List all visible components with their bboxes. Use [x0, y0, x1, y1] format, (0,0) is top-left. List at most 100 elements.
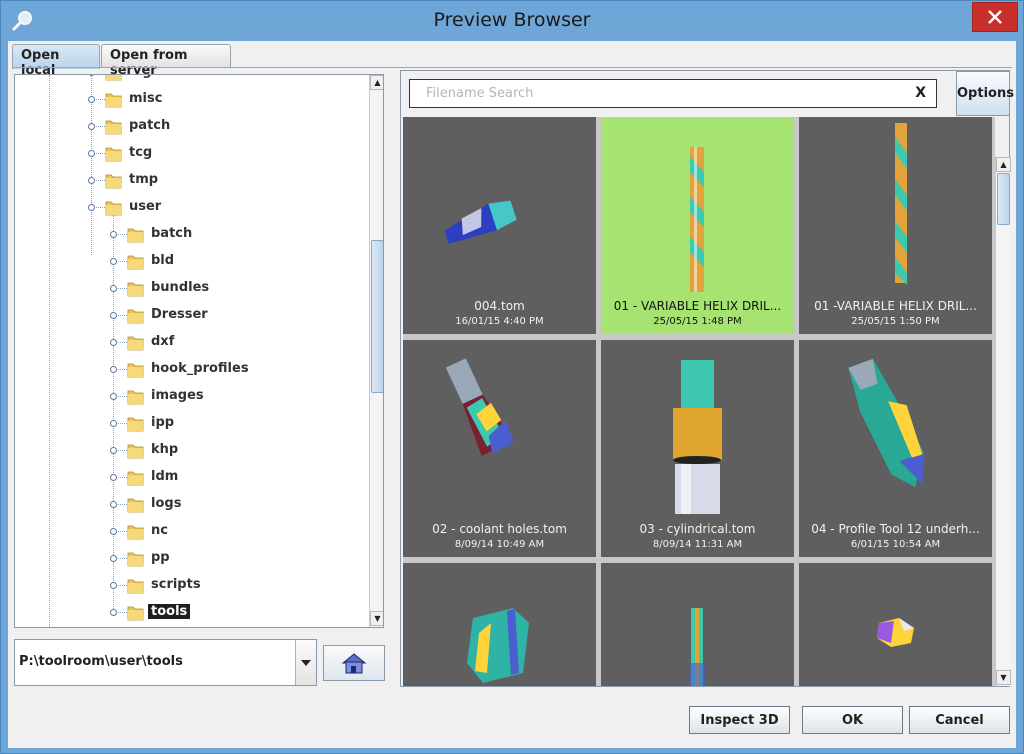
file-tile[interactable]: 03 - cylindrical.tom 8/09/14 11:31 AM — [601, 340, 794, 557]
thumbnail-grid[interactable]: 004.tom 16/01/15 4:40 PM 01 - VARIABLE HEL… — [403, 117, 995, 686]
file-tile[interactable]: 02 - coolant holes.tom 8/09/14 10:49 AM — [403, 340, 596, 557]
tree-node-handle-icon[interactable] — [88, 96, 95, 103]
tree-node-handle-icon[interactable] — [110, 501, 117, 508]
home-icon — [341, 653, 367, 674]
folder-icon — [127, 442, 144, 459]
tab-open-local[interactable]: Open local — [12, 44, 100, 78]
tree-node-handle-icon[interactable] — [88, 123, 95, 130]
file-date: 25/05/15 1:48 PM — [653, 316, 742, 327]
scroll-thumb[interactable] — [371, 240, 383, 393]
tool-thumbnail — [689, 608, 705, 686]
tree-node-handle-icon[interactable] — [110, 528, 117, 535]
tree-item-label: bundles — [151, 280, 210, 295]
file-date: 8/09/14 11:31 AM — [652, 539, 743, 550]
tree-item-label: logs — [151, 496, 182, 511]
tree-item-label: pp — [151, 550, 170, 565]
ok-button[interactable]: OK — [802, 706, 903, 734]
tree-node-handle-icon[interactable] — [110, 312, 117, 319]
combo-dropdown-button[interactable] — [295, 640, 316, 685]
file-name: 004.tom — [474, 299, 525, 313]
file-date: 16/01/15 4:40 PM — [455, 316, 544, 327]
tab-divider — [12, 67, 1012, 68]
cancel-button[interactable]: Cancel — [909, 706, 1010, 734]
tree-item-label: misc — [129, 91, 163, 106]
file-tile[interactable] — [601, 563, 794, 686]
tree-item-label: images — [151, 388, 204, 403]
folder-icon — [127, 253, 144, 270]
tree-item-label: dxf — [151, 334, 175, 349]
folder-icon — [127, 415, 144, 432]
tool-thumbnail — [877, 618, 914, 647]
file-name: 01 -VARIABLE HELIX DRIL... — [814, 299, 977, 313]
folder-icon — [127, 280, 144, 297]
home-button[interactable] — [323, 645, 385, 681]
folder-icon — [105, 91, 122, 108]
folder-icon — [127, 577, 144, 594]
tree-node-handle-icon[interactable] — [110, 393, 117, 400]
tree-node-handle-icon[interactable] — [88, 150, 95, 157]
tool-thumbnail — [895, 123, 907, 285]
title-bar[interactable]: Preview Browser — [1, 1, 1023, 41]
file-tile[interactable]: 004.tom 16/01/15 4:40 PM — [403, 117, 596, 334]
tree-item-label: tools — [148, 604, 191, 619]
inspect-3d-button[interactable]: Inspect 3D — [689, 706, 790, 734]
path-combobox[interactable]: P:\toolroom\user\tools — [14, 639, 317, 686]
tool-thumbnail — [673, 360, 722, 514]
tree-node-handle-icon[interactable] — [110, 474, 117, 481]
tree-item-label: batch — [151, 226, 193, 241]
grid-scrollbar[interactable]: ▲ ▼ — [995, 157, 1011, 686]
scroll-down-arrow-icon[interactable]: ▼ — [996, 670, 1011, 685]
tree-item-label: hook_profiles — [151, 361, 249, 376]
file-name: 04 - Profile Tool 12 underh... — [811, 522, 980, 536]
tree-node-handle-icon[interactable] — [110, 258, 117, 265]
folder-icon — [127, 361, 144, 378]
file-date: 6/01/15 10:54 AM — [850, 539, 941, 550]
preview-panel: X Options 004.tom 16/01/15 4:40 PM 01 - VA… — [400, 70, 1014, 687]
filename-search-input[interactable] — [424, 85, 894, 102]
tab-open-from-server[interactable]: Open from server — [101, 44, 231, 78]
filename-search-box[interactable]: X — [409, 79, 937, 108]
file-tile[interactable]: 04 - Profile Tool 12 underh... 6/01/15 10… — [799, 340, 992, 557]
tree-node-handle-icon[interactable] — [110, 339, 117, 346]
tree-node-handle-icon[interactable] — [88, 177, 95, 184]
tree-node-handle-icon[interactable] — [110, 609, 117, 616]
file-tile[interactable] — [403, 563, 596, 686]
folder-icon — [105, 172, 122, 189]
clear-search-button[interactable]: X — [915, 85, 926, 101]
scroll-thumb[interactable] — [997, 173, 1010, 225]
tree-node-handle-icon[interactable] — [110, 555, 117, 562]
folder-icon — [127, 226, 144, 243]
file-name: 02 - coolant holes.tom — [432, 522, 567, 536]
tree-item-label: khp — [151, 442, 179, 457]
file-date: 8/09/14 10:49 AM — [454, 539, 545, 550]
tree-node-handle-icon[interactable] — [88, 204, 95, 211]
file-tile[interactable]: 01 - VARIABLE HELIX DRIL... 25/05/15 1:48… — [601, 117, 794, 334]
chevron-down-icon — [301, 660, 311, 666]
tool-thumbnail — [467, 608, 529, 683]
close-button[interactable] — [972, 2, 1018, 32]
current-path: P:\toolroom\user\tools — [19, 654, 183, 669]
tree-node-handle-icon[interactable] — [110, 447, 117, 454]
tree-node-handle-icon[interactable] — [88, 75, 95, 76]
folder-icon — [127, 523, 144, 540]
scroll-down-arrow-icon[interactable]: ▼ — [370, 611, 383, 626]
tree-item-label: tmp — [129, 172, 159, 187]
tree-item-label: log — [126, 75, 155, 79]
tree-node-handle-icon[interactable] — [110, 420, 117, 427]
folder-tree[interactable]: log misc patch tcg tmp user batch bld bundles Dre… — [14, 74, 384, 628]
scroll-up-arrow-icon[interactable]: ▲ — [996, 157, 1011, 172]
tree-node-handle-icon[interactable] — [110, 582, 117, 589]
options-button[interactable]: Options — [956, 71, 1014, 116]
tree-node-handle-icon[interactable] — [110, 366, 117, 373]
tree-node-handle-icon[interactable] — [110, 231, 117, 238]
tool-thumbnail — [690, 147, 704, 292]
folder-icon — [127, 388, 144, 405]
tool-thumbnail — [444, 200, 517, 244]
scroll-up-arrow-icon[interactable]: ▲ — [370, 75, 383, 90]
folder-icon — [105, 199, 122, 216]
file-tile[interactable] — [799, 563, 992, 686]
file-tile[interactable]: 01 -VARIABLE HELIX DRIL... 25/05/15 1:50 … — [799, 117, 992, 334]
tree-scrollbar[interactable]: ▲ ▼ — [369, 75, 383, 627]
tree-node-handle-icon[interactable] — [110, 285, 117, 292]
folder-icon — [105, 75, 122, 81]
